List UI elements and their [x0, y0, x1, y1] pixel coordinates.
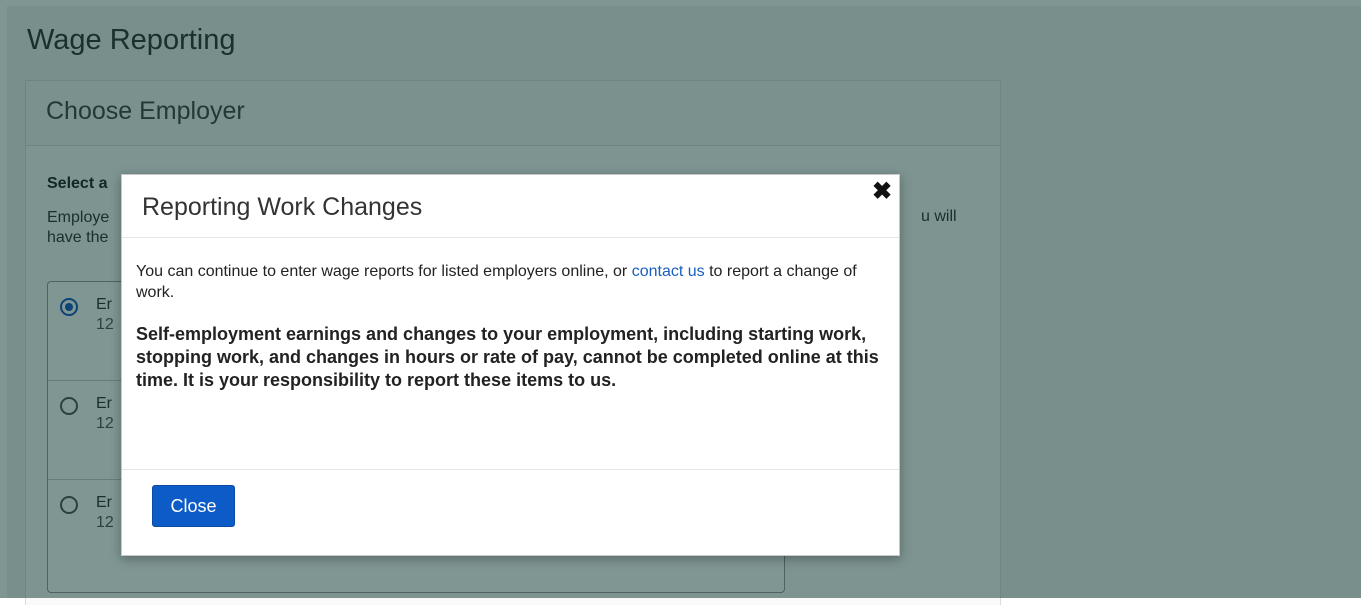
modal-footer: Close	[122, 469, 899, 556]
modal-header: Reporting Work Changes ✖	[122, 175, 899, 238]
close-button[interactable]: Close	[152, 485, 235, 527]
modal-message: You can continue to enter wage reports f…	[136, 261, 888, 303]
reporting-work-changes-dialog: Reporting Work Changes ✖ You can continu…	[121, 174, 900, 556]
close-icon[interactable]: ✖	[871, 180, 893, 204]
modal-title: Reporting Work Changes	[142, 193, 423, 221]
modal-notice: Self-employment earnings and changes to …	[136, 324, 879, 390]
modal-body: You can continue to enter wage reports f…	[136, 261, 888, 392]
contact-us-link[interactable]: contact us	[632, 263, 705, 280]
message-text-start: You can continue to enter wage reports f…	[136, 263, 632, 280]
